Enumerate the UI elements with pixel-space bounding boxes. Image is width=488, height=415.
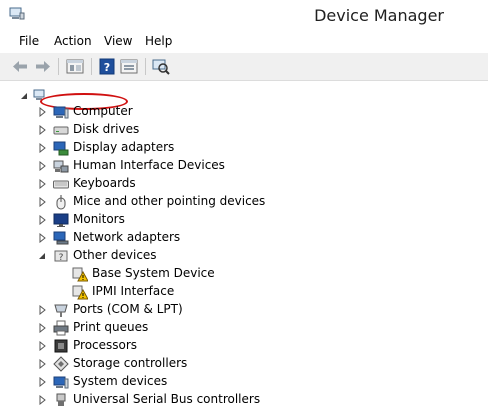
tree-item-label: Mice and other pointing devices [73, 194, 266, 208]
tree-item-storage-controllers[interactable]: Storage controllers [0, 355, 488, 373]
expanded-triangle-icon[interactable] [19, 91, 29, 101]
tree-item-label: Ports (COM & LPT) [73, 302, 183, 316]
tree-item-label: IPMI Interface [92, 284, 175, 298]
printer-icon [53, 320, 69, 336]
svg-text:?: ? [104, 61, 110, 74]
tree-item-label: Other devices [73, 248, 157, 262]
collapsed-triangle-icon[interactable] [37, 161, 47, 171]
tree-item-processors[interactable]: Processors [0, 337, 488, 355]
tree-item-label: Processors [73, 338, 138, 352]
tree-item-label: Storage controllers [73, 356, 188, 370]
disk-drive-icon [53, 126, 69, 135]
svg-text:?: ? [59, 253, 64, 263]
device-tree[interactable]: Computer Disk drives Display adapters Hu… [0, 82, 488, 415]
tree-item-system-devices[interactable]: System devices [0, 373, 488, 391]
other-devices-icon: ? [54, 250, 68, 263]
collapsed-triangle-icon[interactable] [37, 233, 47, 243]
menu-action[interactable]: Action [54, 34, 92, 48]
warning-device-icon [72, 285, 88, 300]
hid-icon [53, 160, 69, 173]
tree-item-label: Print queues [73, 320, 149, 334]
warning-device-icon [72, 267, 88, 282]
collapsed-triangle-icon[interactable] [37, 107, 47, 117]
help-icon[interactable]: ? [97, 57, 117, 76]
system-devices-icon [53, 376, 69, 389]
tree-item-print-queues[interactable]: Print queues [0, 319, 488, 337]
title-bar: Device Manager [0, 0, 488, 30]
tree-item-label: Keyboards [73, 176, 136, 190]
tree-item-label: Base System Device [92, 266, 215, 280]
forward-arrow-icon[interactable] [33, 57, 53, 76]
menu-bar: File Action View Help [0, 31, 488, 52]
display-adapter-icon [53, 141, 69, 156]
tree-item-label: Computer [73, 104, 133, 118]
tree-item-ports[interactable]: Ports (COM & LPT) [0, 301, 488, 319]
tree-item-label: Human Interface Devices [73, 158, 225, 172]
show-hide-tree-icon[interactable] [119, 57, 139, 76]
tree-item-display-adapters[interactable]: Display adapters [0, 139, 488, 157]
keyboard-icon [53, 180, 69, 189]
collapsed-triangle-icon[interactable] [37, 341, 47, 351]
tree-item-network-adapters[interactable]: Network adapters [0, 229, 488, 247]
tree-item-other-devices[interactable]: ? Other devices [0, 247, 488, 265]
tree-item-label: System devices [73, 374, 168, 388]
collapsed-triangle-icon[interactable] [37, 215, 47, 225]
collapsed-triangle-icon[interactable] [37, 197, 47, 207]
toolbar-separator [145, 58, 146, 75]
tree-item-computer[interactable]: Computer [0, 103, 488, 121]
scan-hardware-icon[interactable] [151, 57, 171, 76]
tree-item-mice[interactable]: Mice and other pointing devices [0, 193, 488, 211]
processor-icon [54, 339, 68, 353]
tree-item-label: Universal Serial Bus controllers [73, 392, 261, 406]
menu-help[interactable]: Help [145, 34, 172, 48]
computer-icon [53, 106, 69, 119]
collapsed-triangle-icon[interactable] [37, 359, 47, 369]
port-icon [54, 304, 68, 317]
tree-item-label: Display adapters [73, 140, 175, 154]
menu-file[interactable]: File [19, 34, 39, 48]
collapsed-triangle-icon[interactable] [37, 143, 47, 153]
usb-icon [56, 393, 66, 406]
tree-item-human-interface-devices[interactable]: Human Interface Devices [0, 157, 488, 175]
tree-item-label: Monitors [73, 212, 125, 226]
properties-icon[interactable] [65, 57, 85, 76]
toolbar-separator [58, 58, 59, 75]
tree-item-base-system-device[interactable]: Base System Device [0, 265, 488, 283]
expanded-triangle-icon[interactable] [37, 251, 47, 261]
back-arrow-icon[interactable] [10, 57, 30, 76]
collapsed-triangle-icon[interactable] [37, 323, 47, 333]
toolbar-separator [91, 58, 92, 75]
tree-item-keyboards[interactable]: Keyboards [0, 175, 488, 193]
toolbar: ? [0, 53, 488, 81]
monitor-icon [53, 213, 69, 227]
collapsed-triangle-icon[interactable] [37, 125, 47, 135]
collapsed-triangle-icon[interactable] [37, 305, 47, 315]
collapsed-triangle-icon[interactable] [37, 179, 47, 189]
tree-item-disk-drives[interactable]: Disk drives [0, 121, 488, 139]
tree-item-label: Network adapters [73, 230, 181, 244]
tree-item-ipmi-interface[interactable]: IPMI Interface [0, 283, 488, 301]
network-adapter-icon [53, 231, 69, 245]
mouse-icon [56, 194, 66, 210]
collapsed-triangle-icon[interactable] [37, 377, 47, 387]
window-title: Device Manager [314, 6, 444, 25]
collapsed-triangle-icon[interactable] [37, 395, 47, 405]
menu-view[interactable]: View [104, 34, 132, 48]
tree-item-label: Disk drives [73, 122, 140, 136]
tree-item-monitors[interactable]: Monitors [0, 211, 488, 229]
storage-controller-icon [53, 356, 69, 372]
tree-item-usb-controllers[interactable]: Universal Serial Bus controllers [0, 391, 488, 409]
